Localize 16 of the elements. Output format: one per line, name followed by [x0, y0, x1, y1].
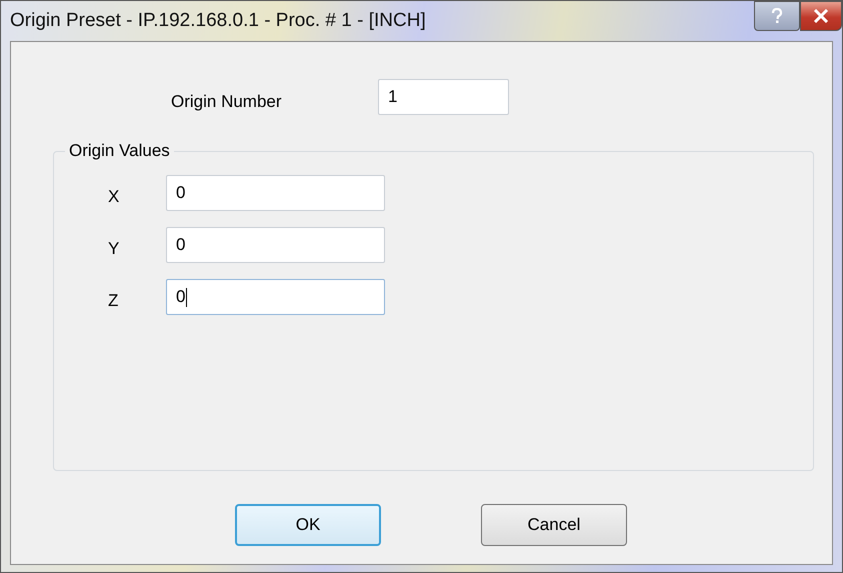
field-label: Y [107, 239, 120, 259]
input-field[interactable]: 1 [378, 79, 509, 115]
ok-button[interactable]: OK [235, 504, 381, 546]
window-title: Origin Preset - IP.192.168.0.1 - Proc. # 1 - [INCH] [10, 10, 426, 32]
field-label: X [107, 187, 120, 207]
input-field[interactable]: 0 [166, 175, 385, 211]
help-icon [770, 8, 784, 24]
input-field[interactable]: 0 [166, 227, 385, 263]
help-button[interactable] [754, 1, 800, 31]
group-title: Origin Values [65, 141, 174, 161]
close-button[interactable] [800, 1, 842, 31]
field-label: Origin Number [171, 92, 283, 112]
field-label: Z [107, 291, 120, 311]
input-field[interactable]: 0 [166, 279, 385, 315]
cancel-button[interactable]: Cancel [481, 504, 627, 546]
close-icon [813, 9, 829, 23]
